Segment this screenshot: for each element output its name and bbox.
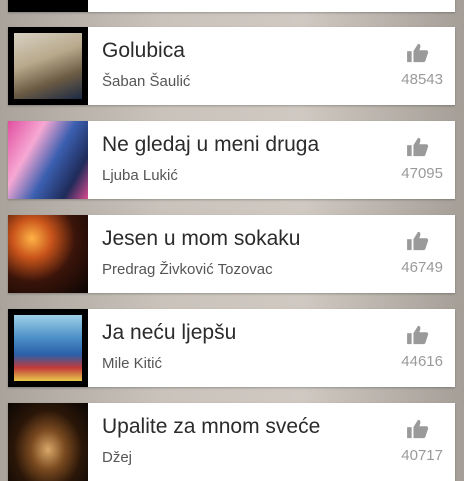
song-title: Jesen u mom sokaku xyxy=(102,227,301,250)
song-title: Ne gledaj u meni druga xyxy=(102,133,320,156)
song-title: Upalite za mnom sveće xyxy=(102,415,321,438)
list-item[interactable]: Golubica Šaban Šaulić 48543 xyxy=(8,27,455,105)
album-thumbnail xyxy=(8,0,88,12)
like-count: 46749 xyxy=(401,259,443,276)
artist-name: Ljuba Lukić xyxy=(102,167,178,184)
like-count: 44616 xyxy=(401,353,443,370)
like-count: 47095 xyxy=(401,165,443,182)
thumbs-up-icon[interactable] xyxy=(407,419,429,439)
thumbs-up-icon[interactable] xyxy=(407,137,429,157)
list-item[interactable]: Ja neću lјepšu Mile Kitić 44616 xyxy=(8,309,455,387)
album-thumbnail xyxy=(8,121,88,199)
album-thumbnail xyxy=(8,403,88,481)
album-thumbnail xyxy=(8,309,88,387)
artist-name: Mile Kitić xyxy=(102,355,163,372)
artist-name: Predrag Živković Tozovac xyxy=(102,261,273,278)
like-count: 40717 xyxy=(401,447,443,464)
list-item[interactable]: Ne gledaj u meni druga Ljuba Lukić 47095 xyxy=(8,121,455,199)
list-item-partial[interactable] xyxy=(8,0,455,12)
artist-name: Šaban Šaulić xyxy=(102,73,191,90)
thumbs-up-icon[interactable] xyxy=(407,231,429,251)
album-thumbnail xyxy=(8,27,88,105)
artist-name: Džej xyxy=(102,449,133,466)
thumbs-up-icon[interactable] xyxy=(407,325,429,345)
like-count: 48543 xyxy=(401,71,443,88)
list-item[interactable]: Upalite za mnom sveće Džej 40717 xyxy=(8,403,455,481)
album-thumbnail xyxy=(8,215,88,293)
song-title: Ja neću lјepšu xyxy=(102,321,237,344)
list-item[interactable]: Jesen u mom sokaku Predrag Živković Tozo… xyxy=(8,215,455,293)
thumbs-up-icon[interactable] xyxy=(407,43,429,63)
song-title: Golubica xyxy=(102,39,185,62)
